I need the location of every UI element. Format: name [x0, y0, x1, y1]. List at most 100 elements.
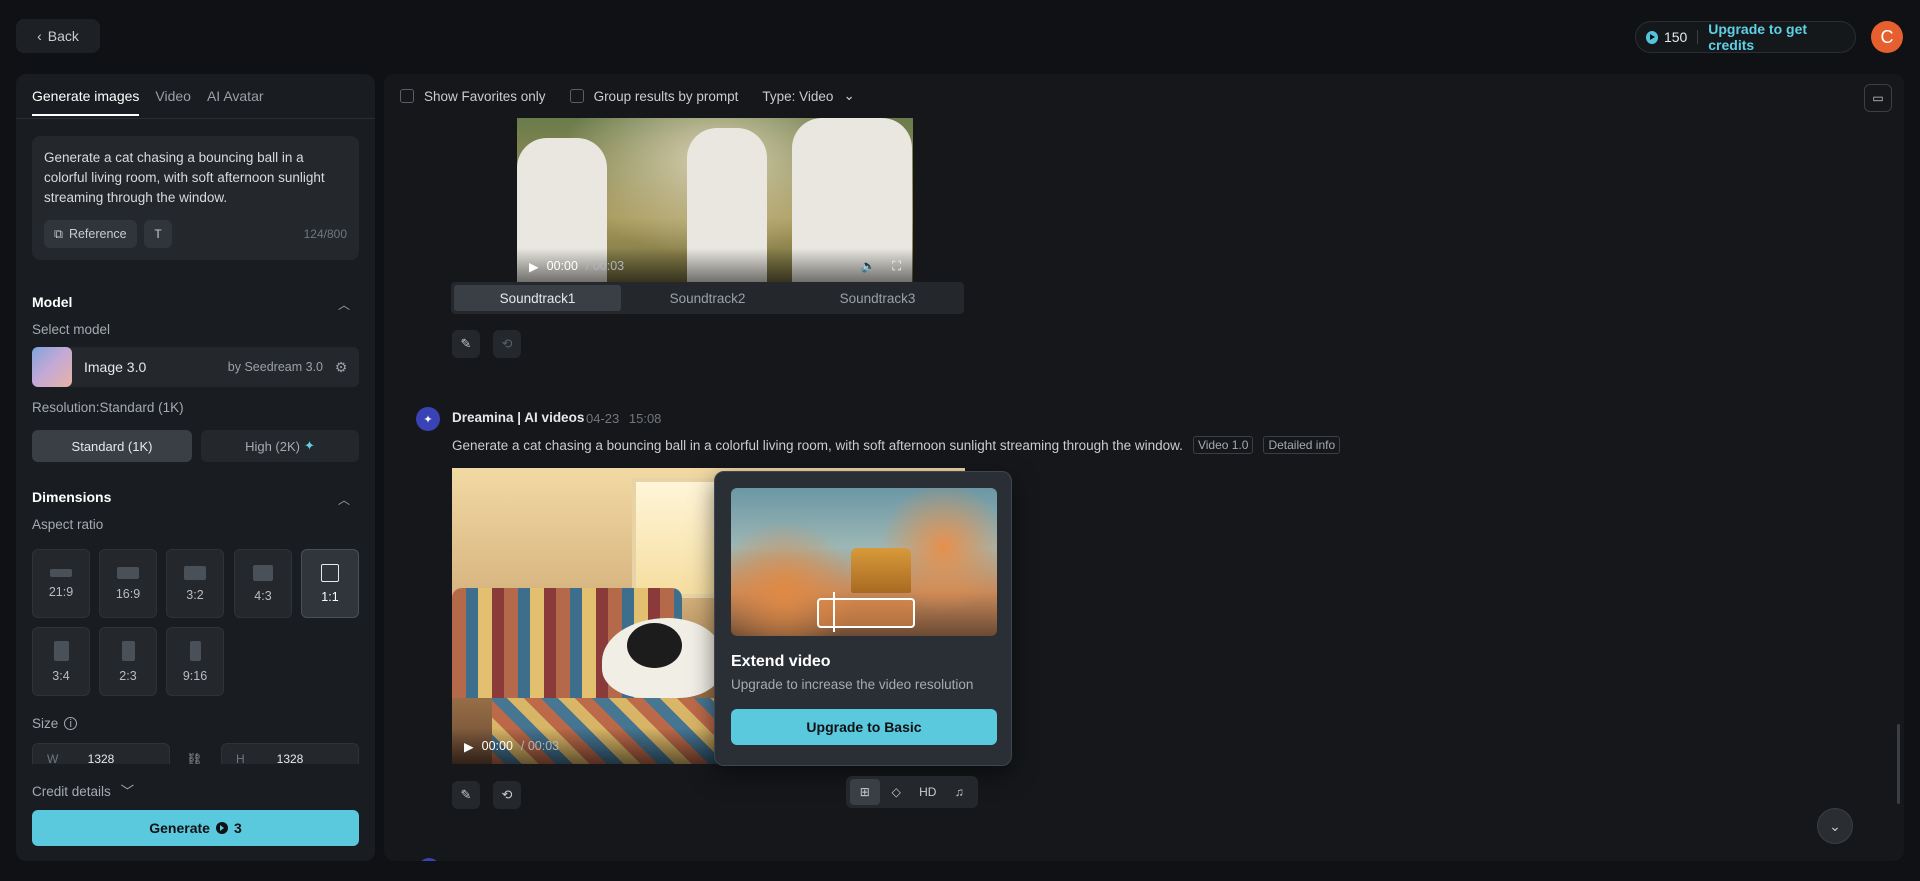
- res-high-label: High (2K): [245, 438, 300, 454]
- ratio-1-1[interactable]: 1:1: [301, 549, 359, 618]
- soundtrack-1[interactable]: Soundtrack1: [454, 285, 621, 311]
- video-player-1[interactable]: ▶ 00:00 / 00:03 🔈 ⛶: [517, 118, 913, 284]
- results-panel: Show Favorites only Group results by pro…: [384, 74, 1904, 861]
- credit-coin-icon: [215, 822, 228, 834]
- detailed-info-link[interactable]: Detailed info: [1263, 436, 1341, 454]
- ratio-shape-icon: [184, 565, 206, 580]
- results-toolbar: Show Favorites only Group results by pro…: [400, 88, 871, 104]
- show-favorites-label: Show Favorites only: [424, 88, 546, 104]
- type-filter-dropdown[interactable]: Type: Video ⌄: [762, 88, 854, 104]
- model-provider: by Seedream 3.0: [227, 360, 323, 374]
- checkbox-icon: [400, 89, 414, 103]
- ratio-9-16[interactable]: 9:16: [166, 627, 224, 696]
- show-favorites-checkbox[interactable]: Show Favorites only: [400, 89, 546, 104]
- resolution-standard-button[interactable]: Standard (1K): [32, 430, 192, 462]
- ratio-shape-icon: [50, 568, 72, 577]
- model-selector[interactable]: Image 3.0 by Seedream 3.0 ⚙: [32, 347, 359, 387]
- lip-sync-button[interactable]: ◇: [881, 779, 911, 805]
- user-avatar[interactable]: C: [1871, 21, 1903, 53]
- ratio-4-3[interactable]: 4:3: [234, 549, 292, 618]
- sparkle-icon: ✦: [304, 438, 315, 453]
- time-current: 00:00: [546, 259, 578, 273]
- ratio-shape-icon: [321, 563, 339, 582]
- repeat-icon: ⟲: [501, 336, 513, 351]
- info-icon[interactable]: i: [64, 717, 78, 730]
- chevron-down-icon: ﹀: [120, 784, 135, 799]
- upgrade-credits-link[interactable]: Upgrade to get credits: [1708, 21, 1845, 53]
- model-thumbnail: [32, 347, 72, 387]
- ratio-shape-icon: [117, 566, 139, 579]
- reference-button[interactable]: ⧉ Reference: [44, 220, 137, 248]
- play-icon[interactable]: ▶: [464, 739, 474, 754]
- tab-generate-images[interactable]: Generate images: [32, 88, 140, 116]
- ratio-2-3[interactable]: 2:3: [99, 627, 157, 696]
- ratio-label: 3:2: [186, 587, 204, 602]
- resolution-label: Resolution:Standard (1K): [32, 400, 184, 415]
- group-results-checkbox[interactable]: Group results by prompt: [569, 89, 738, 104]
- ratio-label: 21:9: [48, 584, 74, 599]
- prompt-text: Generate a cat chasing a bouncing ball i…: [44, 150, 325, 205]
- edit-button[interactable]: ✎: [452, 781, 480, 809]
- resolution-high-button[interactable]: High (2K) ✦: [201, 430, 359, 462]
- music-button[interactable]: ♫: [944, 779, 974, 805]
- text-format-button[interactable]: T: [144, 220, 172, 248]
- scroll-down-button[interactable]: ⌄: [1817, 808, 1853, 844]
- chevron-up-icon[interactable]: ︿: [338, 491, 350, 508]
- ratio-3-4[interactable]: 3:4: [32, 627, 90, 696]
- credits-count: 150: [1663, 29, 1688, 45]
- fullscreen-icon[interactable]: ⛶: [892, 259, 901, 274]
- upgrade-basic-button[interactable]: Upgrade to Basic: [731, 709, 997, 745]
- edit-button[interactable]: ✎: [452, 330, 480, 358]
- soundtrack-3[interactable]: Soundtrack3: [794, 285, 961, 311]
- ratio-16-9[interactable]: 16:9: [99, 549, 157, 618]
- video-controls: ▶ 00:00 / 00:03 🔈 ⛶: [517, 248, 913, 284]
- post-date: 04-23 15:08: [586, 411, 661, 426]
- aspect-ratio-label: Aspect ratio: [32, 517, 104, 532]
- music-note-icon: ♫: [954, 785, 964, 799]
- model-section-title: Model: [32, 294, 73, 310]
- size-label: Size: [32, 716, 59, 731]
- res-standard-label: Standard (1K): [71, 438, 153, 454]
- credits-pill[interactable]: 150 Upgrade to get credits: [1635, 21, 1856, 53]
- sliders-icon[interactable]: ⚙: [323, 359, 359, 376]
- model-name: Image 3.0: [84, 359, 147, 375]
- folder-icon: ▭: [1872, 91, 1884, 105]
- generation-panel: Generate images Video AI Avatar Generate…: [16, 74, 375, 861]
- credit-coin-icon: [1646, 30, 1658, 44]
- ratio-label: 4:3: [254, 588, 272, 603]
- back-button[interactable]: ‹ Back: [16, 19, 100, 53]
- prompt-input[interactable]: Generate a cat chasing a bouncing ball i…: [32, 136, 359, 260]
- extend-video-preview: [731, 488, 997, 636]
- folder-button[interactable]: ▭: [1864, 84, 1892, 112]
- time-current: 00:00: [481, 739, 513, 753]
- video-tools: ⊞ ◇ HD ♫: [846, 776, 978, 808]
- text-format-icon: T: [154, 227, 162, 241]
- hd-button[interactable]: HD: [913, 779, 943, 805]
- play-icon[interactable]: ▶: [529, 259, 539, 274]
- extend-video-button[interactable]: ⊞: [849, 779, 880, 805]
- volume-icon[interactable]: 🔈: [861, 259, 877, 274]
- soundtrack-2[interactable]: Soundtrack2: [624, 285, 791, 311]
- time-total: / 00:03: [585, 259, 625, 273]
- tab-video[interactable]: Video: [155, 88, 191, 116]
- chevron-up-icon[interactable]: ︿: [338, 296, 350, 313]
- credit-details-toggle[interactable]: Credit details ﹀: [32, 780, 134, 800]
- pill-divider: [1697, 30, 1699, 44]
- scrollbar[interactable]: [1897, 724, 1900, 804]
- regenerate-button[interactable]: ⟲: [493, 781, 521, 809]
- popover-title: Extend video: [731, 653, 831, 670]
- model-tag: Video 1.0: [1192, 436, 1254, 454]
- chevron-down-icon: ⌄: [1829, 817, 1841, 834]
- time-total: / 00:03: [520, 739, 560, 753]
- mode-tabs: Generate images Video AI Avatar: [32, 88, 264, 116]
- generate-label: Generate: [149, 820, 210, 836]
- regenerate-button[interactable]: ⟲: [493, 330, 521, 358]
- popover-subtitle: Upgrade to increase the video resolution: [731, 677, 974, 692]
- tab-ai-avatar[interactable]: AI Avatar: [207, 88, 264, 116]
- post-prompt: Generate a cat chasing a bouncing ball i…: [452, 437, 1183, 453]
- ratio-21-9[interactable]: 21:9: [32, 549, 90, 618]
- generate-button[interactable]: Generate 3: [32, 810, 359, 846]
- extend-video-popover: Extend video Upgrade to increase the vid…: [714, 471, 1012, 766]
- pencil-icon: ✎: [460, 787, 472, 802]
- ratio-3-2[interactable]: 3:2: [166, 549, 224, 618]
